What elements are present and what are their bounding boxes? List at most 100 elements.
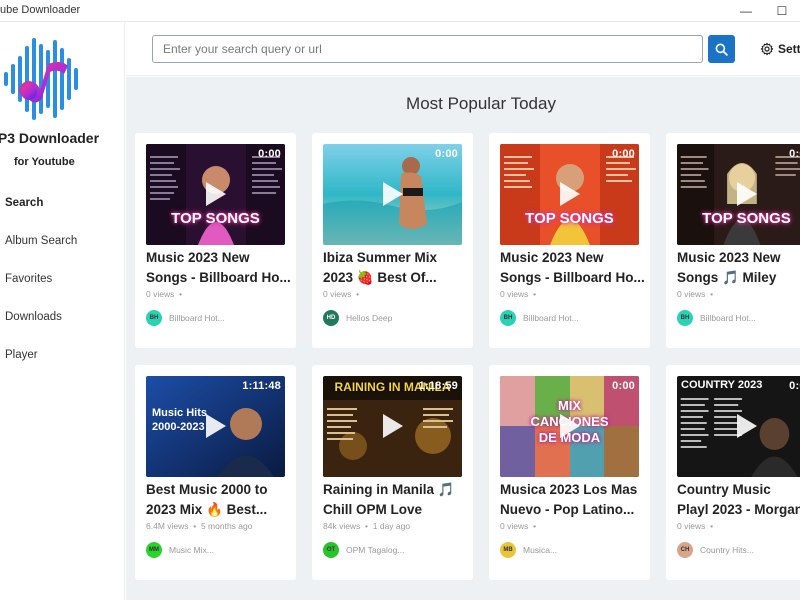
video-title[interactable]: Raining in Manila 🎵 Chill OPM Love Song.… <box>323 480 468 520</box>
channel-name: Billboard Hot... <box>700 313 756 323</box>
video-card[interactable]: RAINING IN MANILA 1:18:59 Raining in Man… <box>312 365 473 580</box>
video-title[interactable]: Music 2023 New Songs - Billboard Ho... <box>500 248 645 288</box>
channel-avatar: BH <box>500 310 516 326</box>
thumbnail-overlay-text: TOP SONGS <box>171 210 260 227</box>
music-waveform-logo-icon <box>4 38 78 120</box>
thumbnail-overlay-text: TOP SONGS <box>525 210 614 227</box>
channel-info[interactable]: BH Billboard Hot... <box>146 310 225 326</box>
video-title[interactable]: Ibiza Summer Mix 2023 🍓 Best Of... <box>323 248 468 288</box>
channel-name: Billboard Hot... <box>169 313 225 323</box>
upload-age: 1 day ago <box>372 521 411 531</box>
view-count: 0 views <box>677 289 706 299</box>
video-meta: 84k views • 1 day ago <box>323 521 411 531</box>
sidebar-item-player[interactable]: Player <box>0 340 124 370</box>
video-thumbnail[interactable]: 0:00 <box>323 144 462 245</box>
view-count: 84k views <box>323 521 361 531</box>
minimize-button[interactable]: — <box>728 0 764 22</box>
play-icon <box>737 414 757 438</box>
video-card[interactable]: 0:00 Ibiza Summer Mix 2023 🍓 Best Of... … <box>312 133 473 348</box>
channel-info[interactable]: BH Billboard Hot... <box>500 310 579 326</box>
video-meta: 0 views • <box>146 289 183 299</box>
video-meta: 0 views • <box>323 289 360 299</box>
video-thumbnail[interactable]: TOP SONGS 0:00 <box>146 144 285 245</box>
thumbnail-overlay-text: COUNTRY 2023 <box>681 379 763 391</box>
video-thumbnail[interactable]: Music Hits 2000-2023 1:11:48 <box>146 376 285 477</box>
video-title[interactable]: Music 2023 New Songs 🎵 Miley Cyrus <box>677 248 800 288</box>
play-icon <box>383 182 403 206</box>
sidebar-item-downloads[interactable]: Downloads <box>0 302 124 332</box>
channel-info[interactable]: OT OPM Tagalog... <box>323 542 404 558</box>
duration-badge: 0:00 <box>612 148 635 160</box>
thumbnail-overlay-text: TOP SONGS <box>702 210 791 227</box>
channel-avatar: BH <box>146 310 162 326</box>
window-title-bar: ube Downloader — ☐ <box>0 0 800 22</box>
settings-label: Setti <box>778 42 800 56</box>
video-card[interactable]: Music Hits 2000-2023 1:11:48 Best Music … <box>135 365 296 580</box>
sidebar-item-album-search[interactable]: Album Search <box>0 226 124 256</box>
search-icon <box>715 43 728 56</box>
channel-avatar: OT <box>323 542 339 558</box>
video-meta: 0 views • <box>500 521 537 531</box>
channel-name: Country Hits... <box>700 545 754 555</box>
view-count: 6.4M views <box>146 521 189 531</box>
play-icon <box>206 182 226 206</box>
play-icon <box>737 182 757 206</box>
video-thumbnail[interactable]: MIX CANCIONES DE MODA 0:00 <box>500 376 639 477</box>
channel-avatar: HD <box>323 310 339 326</box>
video-card[interactable]: TOP SONGS 0:00 Music 2023 New Songs 🎵 Mi… <box>666 133 800 348</box>
channel-name: Musica... <box>523 545 558 555</box>
channel-name: OPM Tagalog... <box>346 545 405 555</box>
video-meta: 6.4M views • 5 months ago <box>146 521 253 531</box>
header: Setti <box>126 22 800 76</box>
channel-avatar: MM <box>146 542 162 558</box>
play-icon <box>560 414 580 438</box>
video-title[interactable]: Best Music 2000 to 2023 Mix 🔥 Best... <box>146 480 291 520</box>
channel-info[interactable]: HD Hellos Deep <box>323 310 392 326</box>
video-thumbnail[interactable]: COUNTRY 2023 0:00 <box>677 376 800 477</box>
channel-info[interactable]: BH Billboard Hot... <box>677 310 756 326</box>
main-content: Most Popular Today TOP SONGS 0:00 Music … <box>126 77 800 600</box>
search-button[interactable] <box>708 35 735 63</box>
view-count: 0 views <box>500 289 529 299</box>
sidebar-item-favorites[interactable]: Favorites <box>0 264 124 294</box>
video-card[interactable]: MIX CANCIONES DE MODA 0:00 Musica 2023 L… <box>489 365 650 580</box>
video-title[interactable]: Country Music Playl 2023 - Morgan Walle <box>677 480 800 520</box>
gear-icon <box>760 42 774 56</box>
channel-name: Music Mix... <box>169 545 214 555</box>
upload-age: 5 months ago <box>200 521 253 531</box>
channel-info[interactable]: MB Musica... <box>500 542 557 558</box>
duration-badge: 1:11:48 <box>242 380 281 392</box>
video-thumbnail[interactable]: TOP SONGS 0:00 <box>677 144 800 245</box>
channel-info[interactable]: CH Country Hits... <box>677 542 754 558</box>
sidebar-item-search[interactable]: Search <box>0 188 124 218</box>
sidebar: IP3 Downloader for Youtube Search Album … <box>0 22 125 600</box>
search-input[interactable] <box>152 35 703 63</box>
view-count: 0 views <box>500 521 529 531</box>
channel-avatar: CH <box>677 542 693 558</box>
channel-info[interactable]: MM Music Mix... <box>146 542 214 558</box>
channel-avatar: BH <box>677 310 693 326</box>
app-name: IP3 Downloader <box>0 130 100 146</box>
duration-badge: 0:00 <box>612 380 635 392</box>
video-thumbnail[interactable]: RAINING IN MANILA 1:18:59 <box>323 376 462 477</box>
maximize-button[interactable]: ☐ <box>764 0 800 22</box>
play-icon <box>206 414 226 438</box>
video-card[interactable]: TOP SONGS 0:00 Music 2023 New Songs - Bi… <box>135 133 296 348</box>
video-title[interactable]: Music 2023 New Songs - Billboard Ho... <box>146 248 291 288</box>
video-card[interactable]: COUNTRY 2023 0:00 Country Music Playl 20… <box>666 365 800 580</box>
duration-badge: 1:18:59 <box>418 380 458 392</box>
window-title: ube Downloader <box>0 4 81 16</box>
video-meta: 0 views • <box>677 521 714 531</box>
view-count: 0 views <box>323 289 352 299</box>
channel-avatar: MB <box>500 542 516 558</box>
channel-name: Billboard Hot... <box>523 313 579 323</box>
duration-badge: 0:00 <box>435 148 458 160</box>
video-title[interactable]: Musica 2023 Los Mas Nuevo - Pop Latino..… <box>500 480 645 520</box>
app-subtitle: for Youtube <box>14 156 75 168</box>
view-count: 0 views <box>146 289 175 299</box>
video-thumbnail[interactable]: TOP SONGS 0:00 <box>500 144 639 245</box>
settings-button[interactable]: Setti <box>760 38 800 60</box>
duration-badge: 0:00 <box>789 148 800 160</box>
view-count: 0 views <box>677 521 706 531</box>
video-card[interactable]: TOP SONGS 0:00 Music 2023 New Songs - Bi… <box>489 133 650 348</box>
